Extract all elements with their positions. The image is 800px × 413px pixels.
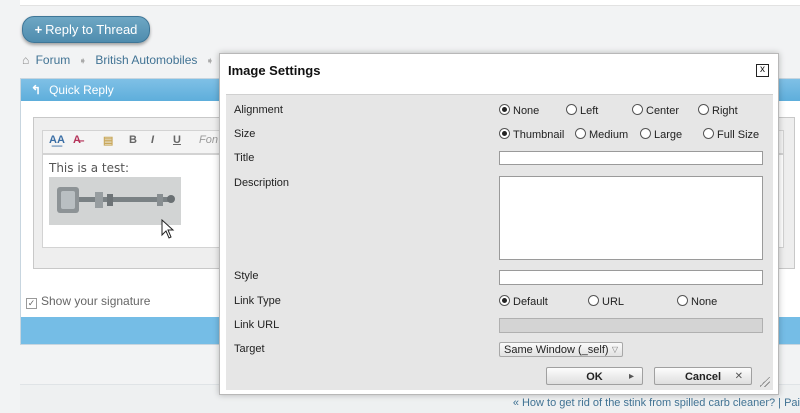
link-url-row: Link URL bbox=[226, 316, 773, 336]
alignment-right-radio[interactable]: Right bbox=[698, 104, 738, 117]
alignment-none-radio[interactable]: None bbox=[499, 104, 539, 117]
cancel-button-label: Cancel bbox=[684, 371, 722, 383]
paste-icon[interactable]: ▤ bbox=[103, 134, 113, 147]
inserted-image[interactable] bbox=[49, 177, 181, 225]
close-small-icon: ✕ bbox=[734, 371, 743, 382]
size-medium-label: Medium bbox=[589, 129, 629, 141]
link-type-row: Link Type Default URL None bbox=[226, 292, 773, 312]
font-size-icon[interactable]: A͟A bbox=[49, 134, 65, 146]
plus-icon: + bbox=[34, 22, 43, 37]
size-fullsize-radio[interactable]: Full Size bbox=[703, 128, 759, 141]
breadcrumb-separator-icon: ➧ bbox=[78, 56, 87, 67]
resize-handle-icon[interactable] bbox=[760, 377, 770, 387]
top-strip bbox=[20, 0, 800, 6]
style-row: Style bbox=[226, 267, 773, 287]
size-fullsize-label: Full Size bbox=[717, 129, 760, 141]
title-row: Title bbox=[226, 149, 773, 169]
breadcrumb-forum[interactable]: Forum bbox=[36, 53, 71, 67]
reply-to-thread-button[interactable]: + Reply to Thread bbox=[22, 16, 150, 43]
image-settings-dialog: Image Settings x Alignment None Left Cen… bbox=[219, 53, 779, 395]
link-type-url-label: URL bbox=[602, 296, 625, 308]
dialog-body: Alignment None Left Center Right Size Th… bbox=[226, 94, 773, 390]
size-thumbnail-radio[interactable]: Thumbnail bbox=[499, 128, 564, 141]
underline-icon[interactable]: U bbox=[173, 134, 181, 146]
radio-icon bbox=[575, 128, 586, 139]
radio-icon bbox=[566, 104, 577, 115]
radio-icon bbox=[588, 295, 599, 306]
arrow-right-icon: ▸ bbox=[628, 371, 634, 382]
bold-icon[interactable]: B bbox=[129, 134, 137, 146]
link-type-none-label: None bbox=[691, 296, 718, 308]
previous-thread-link[interactable]: « How to get rid of the stink from spill… bbox=[513, 397, 775, 409]
target-select-value: Same Window (_self) bbox=[504, 344, 609, 356]
size-medium-radio[interactable]: Medium bbox=[575, 128, 628, 141]
size-large-label: Large bbox=[654, 129, 683, 141]
next-thread-link[interactable]: Pai bbox=[784, 397, 800, 409]
style-input[interactable] bbox=[499, 270, 763, 285]
radio-icon bbox=[703, 128, 714, 139]
ok-button-label: OK bbox=[586, 371, 603, 383]
size-thumbnail-label: Thumbnail bbox=[513, 129, 565, 141]
font-select[interactable]: Fon bbox=[199, 134, 218, 146]
show-signature-label: Show your signature bbox=[41, 294, 151, 308]
radio-selected-icon bbox=[499, 104, 510, 115]
alignment-left-label: Left bbox=[580, 105, 599, 117]
quick-reply-title: Quick Reply bbox=[49, 83, 114, 97]
link-type-none-radio[interactable]: None bbox=[677, 295, 717, 308]
remove-format-icon[interactable]: A̶ bbox=[73, 134, 81, 146]
size-row: Size Thumbnail Medium Large Full Size bbox=[226, 125, 773, 145]
breadcrumb: ⌂ Forum ➧ British Automobiles ➧ Au bbox=[22, 53, 236, 67]
alignment-left-radio[interactable]: Left bbox=[566, 104, 598, 117]
dialog-title: Image Settings bbox=[228, 63, 321, 78]
breadcrumb-british-automobiles[interactable]: British Automobiles bbox=[95, 53, 197, 67]
alignment-center-radio[interactable]: Center bbox=[632, 104, 679, 117]
radio-selected-icon bbox=[499, 128, 510, 139]
radio-icon bbox=[698, 104, 709, 115]
checkbox-icon: ✓ bbox=[26, 298, 37, 309]
link-url-label: Link URL bbox=[234, 319, 280, 331]
description-label: Description bbox=[234, 177, 290, 189]
alignment-label: Alignment bbox=[234, 104, 283, 116]
size-large-radio[interactable]: Large bbox=[640, 128, 682, 141]
alignment-none-label: None bbox=[513, 105, 540, 117]
target-label: Target bbox=[234, 343, 265, 355]
link-url-input bbox=[499, 318, 763, 333]
size-label: Size bbox=[234, 128, 256, 140]
radio-icon bbox=[640, 128, 651, 139]
title-label: Title bbox=[234, 152, 255, 164]
editor-text: This is a test: bbox=[49, 161, 129, 175]
thread-navigation: « How to get rid of the stink from spill… bbox=[513, 397, 800, 409]
style-label: Style bbox=[234, 270, 259, 282]
title-input[interactable] bbox=[499, 151, 763, 165]
mouse-pointer-icon bbox=[161, 219, 175, 239]
link-type-url-radio[interactable]: URL bbox=[588, 295, 624, 308]
cancel-button[interactable]: Cancel ✕ bbox=[654, 367, 752, 385]
radio-icon bbox=[632, 104, 643, 115]
alignment-row: Alignment None Left Center Right bbox=[226, 101, 773, 121]
alignment-center-label: Center bbox=[646, 105, 680, 117]
alignment-right-label: Right bbox=[712, 105, 738, 117]
chevron-down-icon: ▽ bbox=[611, 345, 618, 354]
description-row: Description bbox=[226, 174, 773, 264]
link-type-default-label: Default bbox=[513, 296, 548, 308]
show-signature-checkbox[interactable]: ✓ Show your signature bbox=[26, 294, 150, 309]
reply-arrow-icon: ↰ bbox=[31, 83, 42, 97]
target-select[interactable]: Same Window (_self) ▽ bbox=[499, 342, 623, 357]
breadcrumb-separator-icon: ➧ bbox=[205, 56, 215, 67]
description-textarea[interactable] bbox=[499, 176, 763, 260]
reply-button-label: Reply to Thread bbox=[45, 22, 138, 37]
italic-icon[interactable]: I bbox=[151, 134, 154, 146]
home-icon[interactable]: ⌂ bbox=[22, 53, 29, 67]
close-icon[interactable]: x bbox=[756, 64, 769, 77]
link-type-label: Link Type bbox=[234, 295, 281, 307]
radio-selected-icon bbox=[499, 295, 510, 306]
link-type-default-radio[interactable]: Default bbox=[499, 295, 548, 308]
target-row: Target Same Window (_self) ▽ bbox=[226, 340, 773, 360]
ok-button[interactable]: OK ▸ bbox=[546, 367, 643, 385]
radio-icon bbox=[677, 295, 688, 306]
nav-separator: | bbox=[778, 397, 782, 409]
